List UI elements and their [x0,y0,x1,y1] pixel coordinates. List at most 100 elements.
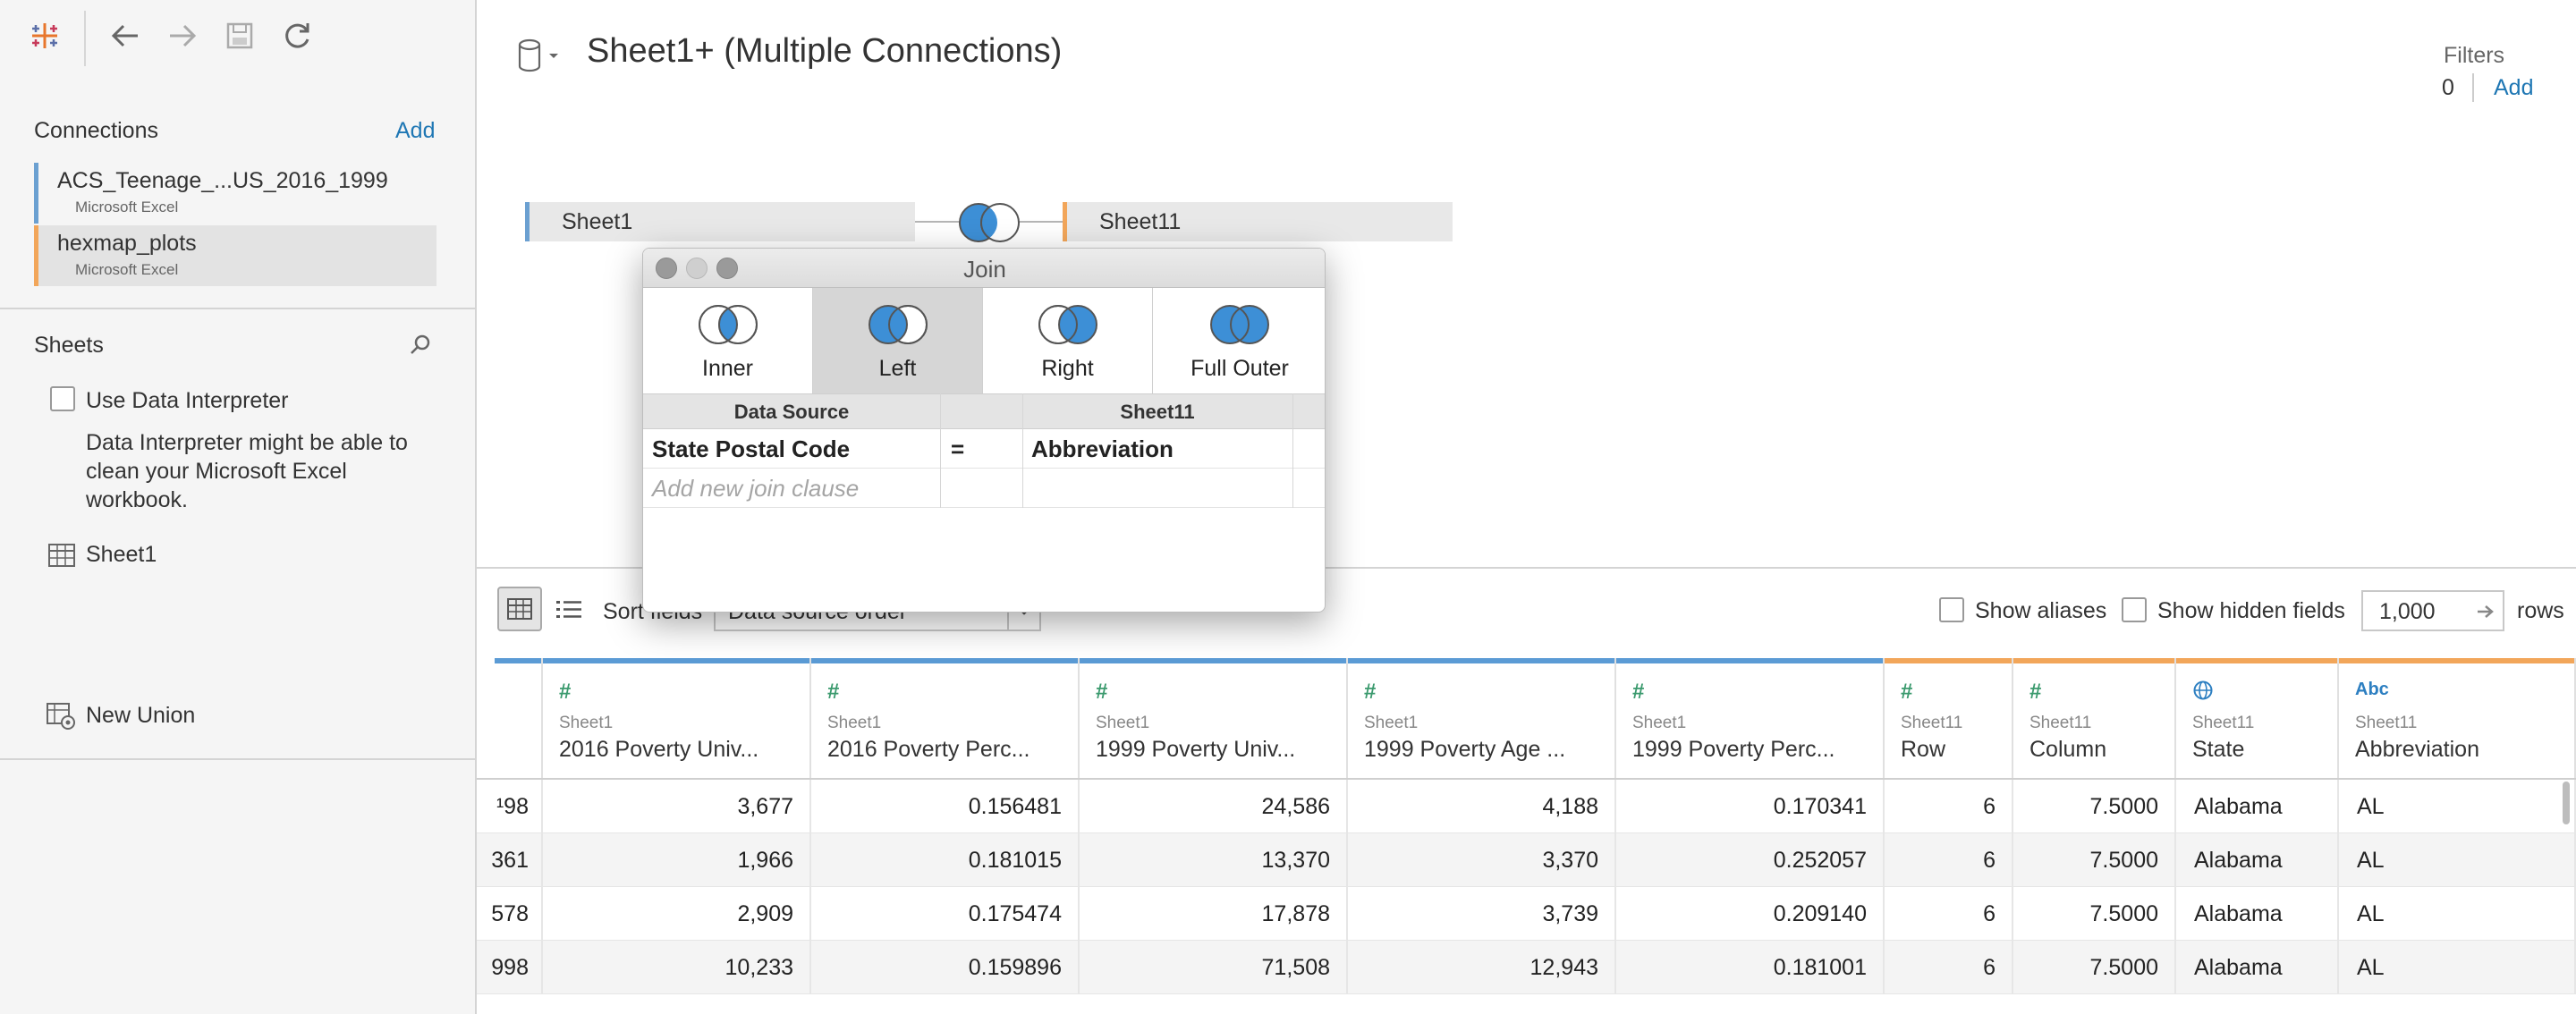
column-header[interactable]: # Sheet1 1999 Poverty Age ... [1348,658,1616,780]
table-row[interactable]: ¹98 3,677 0.156481 24,586 4,188 0.170341… [477,780,2576,833]
source-color-bar [495,658,541,663]
source-color-bar [1080,658,1346,663]
add-connection-link[interactable]: Add [395,118,435,144]
connection-type: Microsoft Excel [75,199,179,215]
back-arrow-icon[interactable] [106,16,145,55]
interpreter-note-line-1: Data Interpreter might be able to [86,430,408,455]
join-type-full-outer-button[interactable]: Full Outer [1153,288,1325,393]
table-cell: 6 [1885,887,2013,941]
tableau-logo-icon[interactable] [25,16,64,55]
table-cell: AL [2339,887,2576,941]
table-row[interactable]: 998 10,233 0.159896 71,508 12,943 0.1810… [477,941,2576,994]
add-filter-link[interactable]: Add [2494,75,2533,101]
column-name: Abbreviation [2355,737,2479,762]
column-name: 1999 Poverty Perc... [1632,737,1835,762]
full-outer-join-icon [1210,305,1269,344]
grid-left-edge [477,658,495,780]
rows-limit-value: 1,000 [2379,599,2436,624]
table-row[interactable] [477,994,2576,1014]
column-header[interactable]: # Sheet1 1999 Poverty Perc... [1616,658,1885,780]
canvas-table-sheet1[interactable]: Sheet1 [525,202,915,241]
grid-scrollbar[interactable] [2563,782,2570,824]
right-join-icon [1038,305,1097,344]
join-column-divider [1292,393,1293,508]
column-source: Sheet11 [2029,714,2092,732]
column-header[interactable]: # Sheet11 Row [1885,658,2013,780]
save-icon[interactable] [220,16,259,55]
join-type-label: Right [1041,356,1094,381]
table-cell: Alabama [2176,887,2339,941]
number-type-icon[interactable]: # [1096,680,1107,705]
join-right-field[interactable]: Abbreviation [1031,429,1174,469]
show-hidden-fields-label: Show hidden fields [2157,598,2345,623]
join-dialog-titlebar[interactable]: Join [643,249,1325,288]
join-clause-row[interactable]: State Postal Code = Abbreviation [643,429,1325,469]
column-header[interactable]: # Sheet1 2016 Poverty Perc... [811,658,1080,780]
column-name: 2016 Poverty Univ... [559,737,759,762]
table-cell: Alabama [2176,941,2339,994]
number-type-icon[interactable]: # [1364,680,1376,705]
number-type-icon[interactable]: # [827,680,839,705]
number-type-icon[interactable]: # [559,680,571,705]
table-cell: 0.159896 [811,941,1080,994]
connection-item-acs[interactable]: ACS_Teenage_...US_2016_1999 Microsoft Ex… [34,163,436,224]
join-venn-icon[interactable] [952,200,1027,245]
source-color-bar [811,658,1078,663]
data-grid[interactable]: # Sheet1 2016 Poverty Univ... # Sheet1 2… [477,658,2576,1014]
globe-icon[interactable] [2192,680,2214,701]
table-row[interactable]: 578 2,909 0.175474 17,878 3,739 0.209140… [477,887,2576,941]
table-cell: AL [2339,833,2576,887]
column-header[interactable]: # Sheet11 Column [2013,658,2176,780]
show-hidden-fields-checkbox[interactable] [2122,597,2147,622]
canvas-table-sheet11[interactable]: Sheet11 [1063,202,1453,241]
rows-limit-input[interactable]: 1,000 [2361,590,2504,631]
sidebar-item-sheet1[interactable]: Sheet1 [86,542,157,568]
connection-color-bar [34,225,38,286]
datasource-cylinder-icon[interactable] [517,38,564,73]
source-color-bar [1885,658,2012,663]
list-view-icon[interactable] [555,597,583,622]
join-type-right-button[interactable]: Right [983,288,1153,393]
add-join-clause[interactable]: Add new join clause [652,469,859,508]
filters-count: 0 [2442,75,2454,100]
use-data-interpreter-checkbox[interactable] [50,386,75,411]
column-source: Sheet1 [559,714,614,732]
forward-arrow-icon[interactable] [163,16,202,55]
add-join-clause-row[interactable]: Add new join clause [643,469,1325,508]
join-operator[interactable]: = [951,429,964,469]
connection-item-hexmap[interactable]: hexmap_plots Microsoft Excel [34,225,436,286]
column-source: Sheet1 [1364,714,1419,732]
join-type-inner-button[interactable]: Inner [643,288,813,393]
table-cell: 7.5000 [2013,833,2176,887]
number-type-icon[interactable]: # [1901,680,1912,705]
column-header[interactable]: Abc Sheet11 Abbreviation [2339,658,2576,780]
number-type-icon[interactable]: # [1632,680,1644,705]
datasource-title[interactable]: Sheet1+ (Multiple Connections) [587,32,1062,71]
join-type-left-button[interactable]: Left [813,288,983,393]
string-type-icon[interactable]: Abc [2355,680,2389,700]
join-dialog: Join Inner Left Right Full Outer Data So… [642,248,1326,613]
column-header[interactable]: Sheet11 State [2176,658,2339,780]
refresh-icon[interactable] [277,16,317,55]
column-name: 2016 Poverty Perc... [827,737,1030,762]
source-color-bar [2013,658,2174,663]
new-union-item[interactable]: New Union [86,703,195,729]
table-row[interactable]: 361 1,966 0.181015 13,370 3,370 0.252057… [477,833,2576,887]
source-color-bar [543,658,809,663]
join-left-field[interactable]: State Postal Code [652,429,850,469]
connection-name: hexmap_plots [57,231,197,256]
column-header[interactable] [495,658,543,780]
show-aliases-checkbox[interactable] [1939,597,1964,622]
column-header[interactable]: # Sheet1 2016 Poverty Univ... [543,658,811,780]
column-name: State [2192,737,2245,762]
grid-view-icon[interactable] [497,587,542,631]
column-source: Sheet11 [2192,714,2255,732]
table-cell: 6 [1885,941,2013,994]
arrow-right-icon[interactable] [2474,600,2497,623]
number-type-icon[interactable]: # [2029,680,2041,705]
connections-heading: Connections [34,118,158,143]
column-name: 1999 Poverty Age ... [1364,737,1566,762]
search-sheets-icon[interactable] [408,333,433,358]
table-cell: 7.5000 [2013,780,2176,833]
column-header[interactable]: # Sheet1 1999 Poverty Univ... [1080,658,1348,780]
